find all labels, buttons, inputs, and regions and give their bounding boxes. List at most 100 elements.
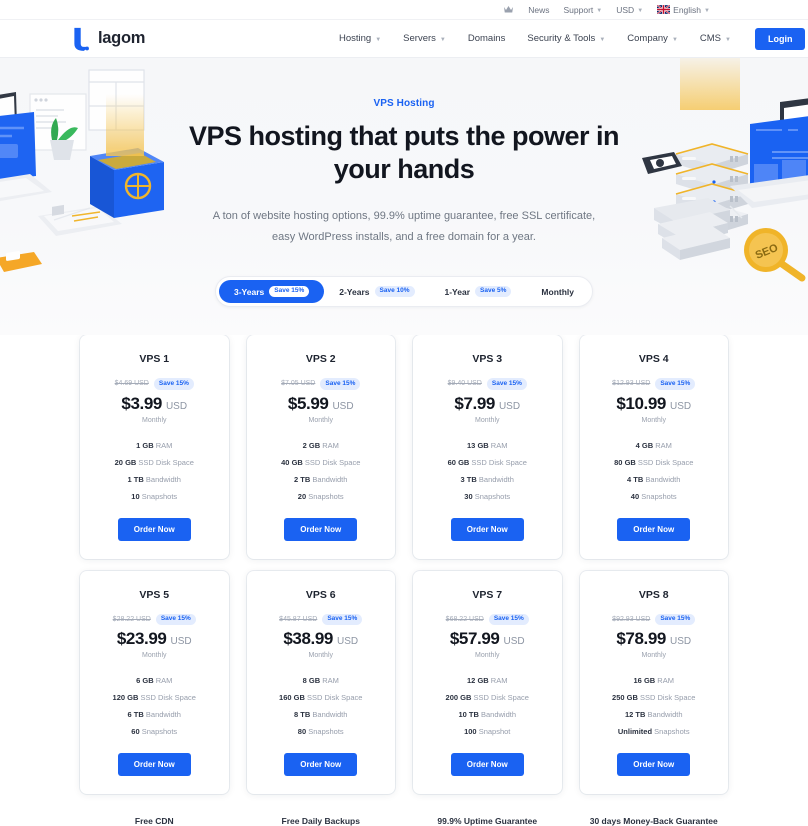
- plan-spec-value: 30: [464, 491, 473, 501]
- order-now-button[interactable]: Order Now: [284, 517, 358, 541]
- plan-discount-row: $7.05 USD Save 15%: [257, 378, 386, 390]
- plan-spec-label: Snapshots: [308, 491, 344, 501]
- plan-price-row: $23.99 USD: [90, 629, 219, 649]
- plan-spec: 8 GB RAM: [257, 676, 386, 685]
- feature-item: 99.9% Uptime Guarantee: [413, 816, 562, 826]
- plan-spec-label: Bandwidth: [645, 474, 681, 484]
- plan-price-row: $3.99 USD: [90, 394, 219, 414]
- plan-billing-cycle: Monthly: [641, 416, 666, 424]
- brand-logo[interactable]: lagom: [72, 27, 145, 51]
- plan-spec: 120 GB SSD Disk Space: [90, 693, 219, 702]
- feature-item: Free CDN: [80, 816, 229, 826]
- plan-spec-label: SSD Disk Space: [637, 457, 694, 467]
- plan-spec-label: Snapshots: [141, 727, 178, 736]
- nav-item-company-label: Company: [627, 33, 668, 44]
- order-now-button[interactable]: Order Now: [117, 517, 191, 541]
- plan-spec-value: 80 GB: [614, 457, 636, 467]
- nav-item-hosting[interactable]: Hosting ▼: [328, 33, 392, 44]
- utility-item-promo[interactable]: [503, 5, 514, 14]
- plan-spec-value: 100: [464, 727, 477, 736]
- plan-specs: 13 GB RAM 60 GB SSD Disk Space 3 TB Band…: [423, 441, 552, 501]
- nav-item-servers-label: Servers: [403, 33, 436, 44]
- nav-item-security-tools[interactable]: Security & Tools ▼: [516, 33, 616, 44]
- plan-price-row: $78.99 USD: [590, 629, 719, 649]
- plan-currency: USD: [498, 400, 521, 412]
- pricing-row-1: VPS 1 $4.69 USD Save 15% $3.99 USD Month…: [80, 335, 728, 559]
- plan-price: $23.99: [116, 629, 167, 648]
- page-title: VPS hosting that puts the power in your …: [189, 121, 620, 184]
- plan-spec-label: Snapshots: [654, 727, 690, 736]
- nav-item-servers[interactable]: Servers ▼: [392, 33, 457, 44]
- plan-save-badge: Save 15%: [320, 378, 361, 390]
- pricing-card: VPS 7 $68.22 USD Save 15% $57.99 USD Mon…: [413, 570, 562, 794]
- plan-spec-label: SSD Disk Space: [138, 457, 194, 467]
- plan-spec-label: Bandwidth: [647, 710, 683, 719]
- chevron-down-icon: ▼: [637, 7, 644, 14]
- chevron-down-icon: ▼: [725, 36, 731, 43]
- plan-spec: 6 GB RAM: [90, 676, 219, 685]
- utility-item-language-label: English: [673, 4, 702, 15]
- billing-option-3-years[interactable]: 3-Years Save 15%: [219, 279, 325, 304]
- utility-item-support[interactable]: Support ▼: [564, 5, 603, 15]
- plan-name: VPS 4: [638, 353, 669, 365]
- utility-item-news[interactable]: News: [528, 5, 549, 15]
- plan-spec-value: Unlimited: [617, 727, 653, 736]
- crown-icon: [504, 6, 514, 13]
- hero-eyebrow: VPS Hosting: [373, 98, 435, 109]
- plan-specs: 12 GB RAM 200 GB SSD Disk Space 10 TB Ba…: [423, 676, 552, 736]
- plan-spec-value: 1 TB: [127, 474, 144, 484]
- plan-spec: 160 GB SSD Disk Space: [257, 693, 386, 702]
- billing-toggle-wrapper: 3-Years Save 15% 2-Years Save 10% 1-Year…: [0, 275, 808, 308]
- utility-item-language[interactable]: English ▼: [657, 5, 710, 15]
- plan-spec-value: 20: [297, 491, 307, 501]
- billing-option-monthly[interactable]: Monthly: [526, 281, 589, 303]
- billing-option-3-years-badge: Save 15%: [269, 285, 310, 298]
- plan-discount-row: $4.69 USD Save 15%: [90, 378, 219, 390]
- plan-spec: 40 GB SSD Disk Space: [257, 458, 386, 467]
- utility-bar: News Support ▼ USD ▼ English ▼: [0, 0, 808, 20]
- order-now-button[interactable]: Order Now: [617, 753, 691, 776]
- plan-spec: 12 TB Bandwidth: [590, 710, 719, 719]
- plan-old-price: $4.69 USD: [114, 380, 149, 388]
- order-now-button[interactable]: Order Now: [617, 517, 691, 541]
- feature-item: Free Daily Backups: [247, 816, 396, 826]
- pricing-card: VPS 1 $4.69 USD Save 15% $3.99 USD Month…: [80, 335, 229, 559]
- plan-old-price: $68.22 USD: [445, 615, 484, 623]
- plan-spec-value: 12 TB: [624, 710, 646, 719]
- order-now-button[interactable]: Order Now: [450, 517, 524, 541]
- plan-spec: 60 GB SSD Disk Space: [423, 458, 552, 467]
- plan-spec-value: 12 GB: [467, 676, 489, 685]
- lagom-logo-icon: [74, 27, 89, 51]
- plan-spec-value: 10 TB: [458, 710, 479, 719]
- nav-item-domains[interactable]: Domains: [457, 33, 517, 44]
- plan-spec: 30 Snapshots: [423, 492, 552, 501]
- plan-billing-cycle: Monthly: [474, 652, 500, 659]
- plan-specs: 1 GB RAM 20 GB SSD Disk Space 1 TB Bandw…: [90, 441, 219, 501]
- uk-flag-icon: [657, 5, 671, 14]
- order-now-button[interactable]: Order Now: [117, 753, 191, 776]
- order-now-button[interactable]: Order Now: [284, 753, 358, 776]
- plan-currency: USD: [669, 636, 692, 647]
- plan-price-row: $5.99 USD: [257, 394, 386, 414]
- billing-option-1-year[interactable]: 1-Year Save 5%: [430, 280, 527, 304]
- billing-option-1-year-badge: Save 5%: [475, 285, 512, 298]
- utility-item-currency-label: USD: [616, 4, 635, 15]
- plan-spec-label: RAM: [155, 676, 173, 685]
- utility-item-currency[interactable]: USD ▼: [616, 5, 643, 15]
- feature-title: 99.9% Uptime Guarantee: [437, 816, 538, 826]
- plan-discount-row: $92.93 USD Save 15%: [590, 613, 719, 625]
- plan-billing-cycle: Monthly: [141, 416, 167, 424]
- feature-title: Free CDN: [134, 816, 174, 826]
- billing-period-toggle[interactable]: 3-Years Save 15% 2-Years Save 10% 1-Year…: [215, 275, 593, 308]
- nav-item-cms[interactable]: CMS ▼: [689, 33, 742, 44]
- plan-currency: USD: [332, 400, 354, 412]
- nav-item-domains-label: Domains: [467, 33, 506, 44]
- order-now-button[interactable]: Order Now: [450, 753, 524, 776]
- login-button[interactable]: Login: [754, 27, 806, 50]
- plan-specs: 16 GB RAM 250 GB SSD Disk Space 12 TB Ba…: [590, 676, 719, 736]
- plan-save-badge: Save 15%: [488, 613, 529, 625]
- nav-item-company[interactable]: Company ▼: [616, 33, 689, 44]
- pricing-card: VPS 8 $92.93 USD Save 15% $78.99 USD Mon…: [579, 570, 728, 794]
- plan-spec-value: 2 TB: [294, 474, 311, 484]
- billing-option-2-years[interactable]: 2-Years Save 10%: [324, 280, 429, 304]
